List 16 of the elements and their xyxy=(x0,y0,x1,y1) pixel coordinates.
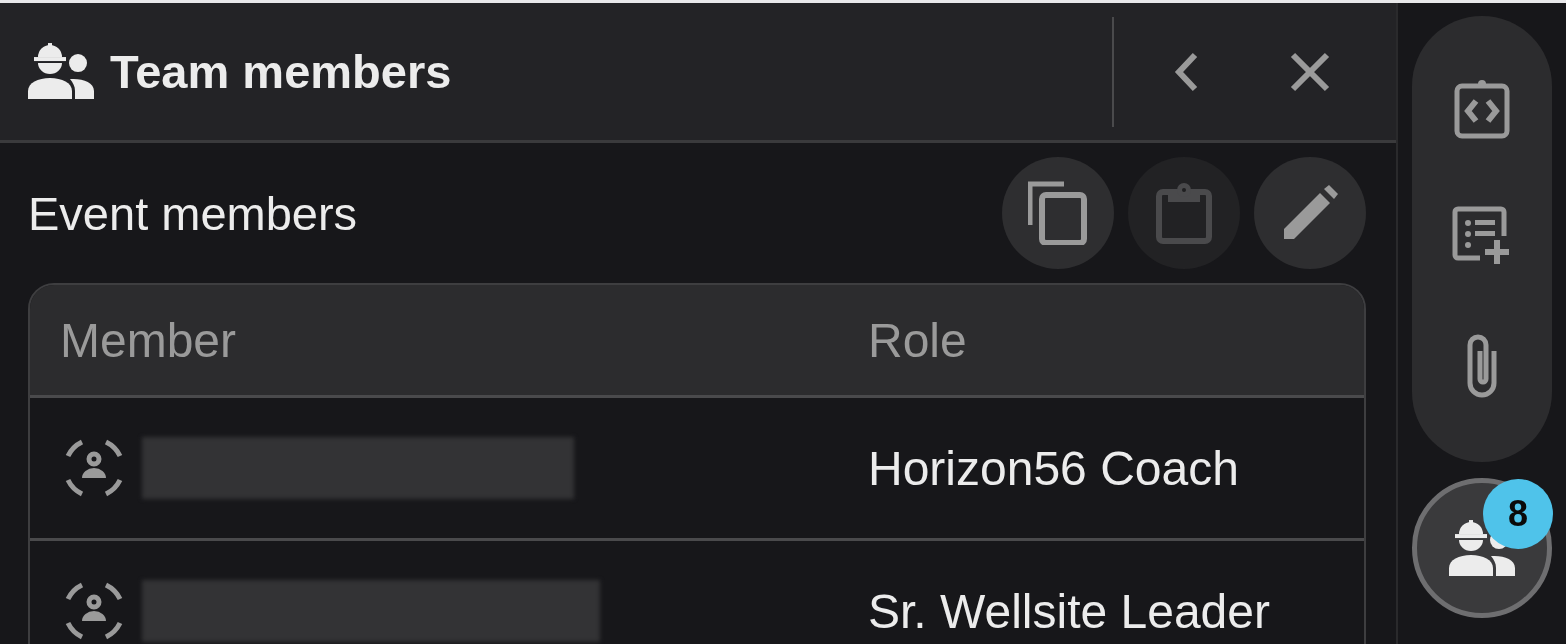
role-cell: Horizon56 Coach xyxy=(868,440,1239,496)
clipboard-icon xyxy=(1156,182,1212,244)
team-button[interactable]: 8 xyxy=(1412,478,1552,618)
chevron-left-icon xyxy=(1173,51,1199,92)
close-icon xyxy=(1290,51,1330,92)
clipboard-code-button[interactable] xyxy=(1454,79,1510,140)
column-header: Role xyxy=(868,312,967,368)
team-icon xyxy=(28,43,94,100)
list-add-button[interactable] xyxy=(1452,206,1512,266)
column-header: Member xyxy=(59,312,238,368)
role-cell: Sr. Wellsite Leader xyxy=(868,583,1270,639)
panel-title: Team members xyxy=(110,44,453,99)
count-badge: 8 xyxy=(1483,479,1553,549)
section-title: Event members xyxy=(28,185,359,241)
copy-icon xyxy=(1028,181,1088,245)
pencil-icon xyxy=(1282,185,1338,241)
